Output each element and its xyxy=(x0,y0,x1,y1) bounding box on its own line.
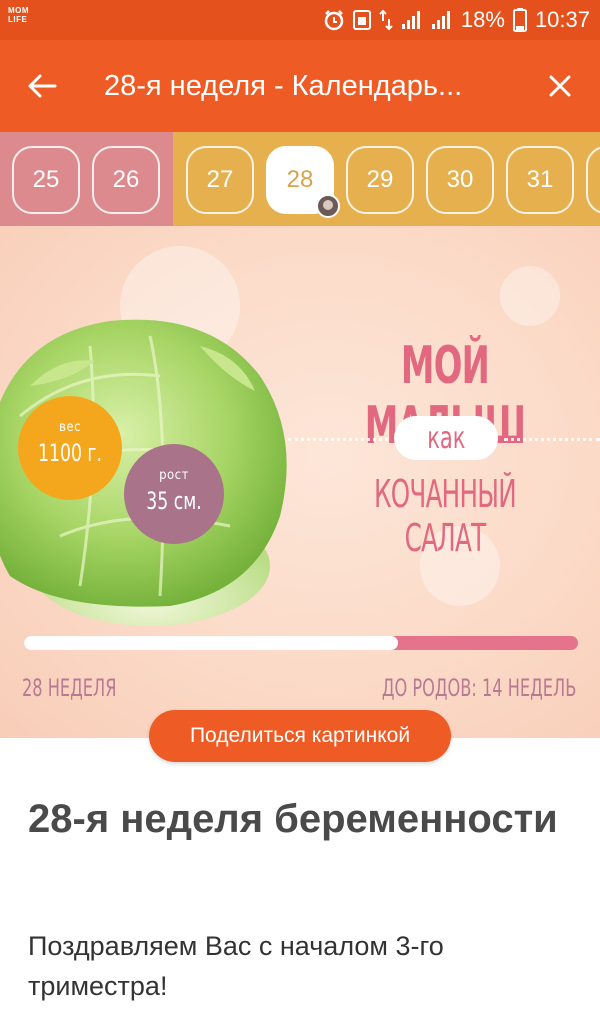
dotted-divider xyxy=(288,438,388,441)
week-chip-25[interactable]: 25 xyxy=(12,146,80,214)
height-badge: рост 35 см. xyxy=(124,444,224,544)
battery-icon xyxy=(512,8,527,32)
pregnancy-progress-fill xyxy=(24,636,398,650)
height-value: 35 см. xyxy=(146,487,202,515)
progress-weeks-left: до родов: 14 недель xyxy=(381,674,576,702)
article-title: 28-я неделя беременности xyxy=(28,797,558,841)
storage-icon xyxy=(352,10,371,30)
week-chip-26[interactable]: 26 xyxy=(92,146,160,214)
headline-like-pill: как xyxy=(394,416,498,460)
week-selector: 25 26 27 28 29 30 31 xyxy=(0,132,600,226)
week-chip-next[interactable] xyxy=(586,146,600,214)
week-chip-label: 28 xyxy=(286,166,314,193)
week-chip-27[interactable]: 27 xyxy=(186,146,254,214)
clock: 10:37 xyxy=(534,7,590,32)
status-icons: 18% 10:37 xyxy=(323,0,590,40)
week-chip-28-active[interactable]: 28 xyxy=(266,146,340,218)
share-image-button[interactable]: Поделиться картинкой xyxy=(149,710,451,762)
signal-icon-1 xyxy=(401,10,423,30)
close-icon xyxy=(549,75,571,97)
battery-percent: 18% xyxy=(460,7,505,32)
arrow-left-icon xyxy=(28,74,57,98)
app-logo: MOM LIFE xyxy=(8,6,30,24)
weight-value: 1100 г. xyxy=(38,439,102,467)
close-button[interactable] xyxy=(536,62,584,110)
week-illustration: вес 1100 г. рост 35 см. Мой малыш как Ко… xyxy=(0,226,600,738)
data-arrows-icon xyxy=(379,9,393,31)
height-caption: рост xyxy=(159,468,189,483)
page-title: 28-я неделя - Календарь... xyxy=(104,70,463,102)
week-chip-30[interactable]: 30 xyxy=(426,146,494,214)
pregnancy-progress-bar xyxy=(24,636,578,650)
headline-bottom: Кочанный салат xyxy=(374,472,517,560)
signal-icon-2 xyxy=(431,10,453,30)
back-button[interactable] xyxy=(18,62,66,110)
week-chip-29[interactable]: 29 xyxy=(346,146,414,214)
avatar xyxy=(316,194,340,218)
progress-current-week: 28 неделя xyxy=(22,674,117,702)
week-chip-31[interactable]: 31 xyxy=(506,146,574,214)
status-bar: MOM LIFE 18% 10:37 xyxy=(0,0,600,40)
bokeh-light xyxy=(500,266,560,326)
app-bar: 28-я неделя - Календарь... xyxy=(0,40,600,132)
weight-caption: вес xyxy=(58,420,82,435)
alarm-icon xyxy=(323,9,345,31)
article-text: Поздравляем Вас с началом 3-го триместра… xyxy=(28,931,444,1001)
weight-badge: вес 1100 г. xyxy=(18,396,122,500)
dotted-divider xyxy=(504,438,600,441)
headline-like: как xyxy=(426,420,466,456)
